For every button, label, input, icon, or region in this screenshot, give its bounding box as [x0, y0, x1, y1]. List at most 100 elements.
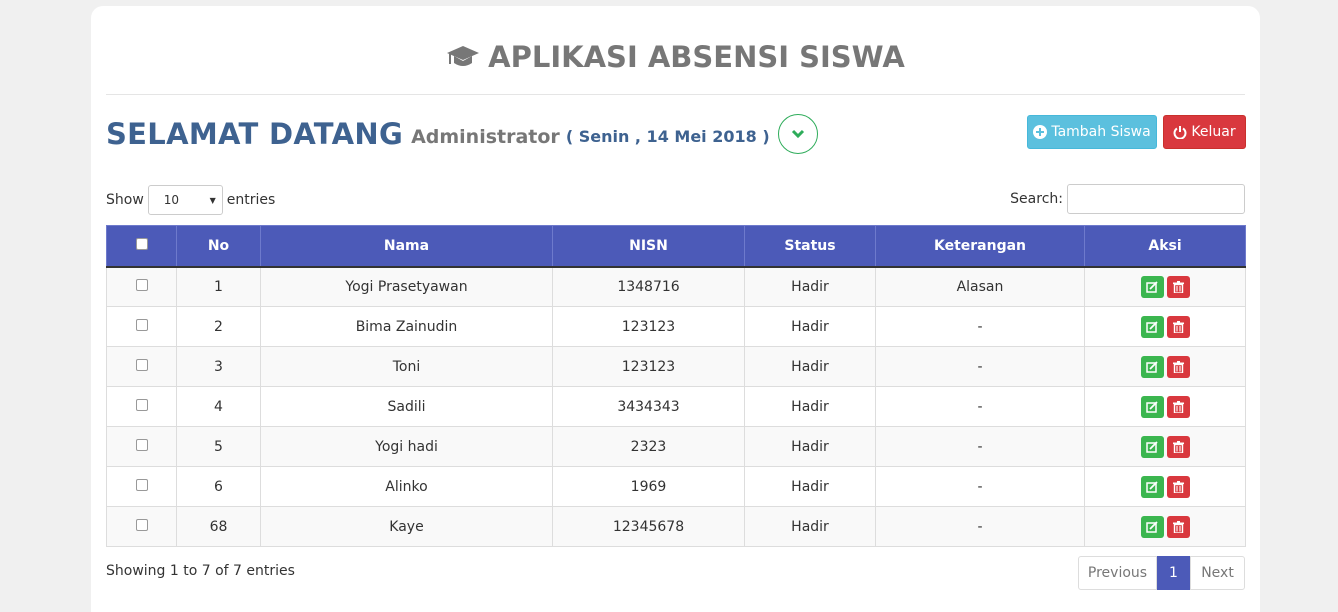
entries-select-value: 10 — [163, 193, 180, 207]
caret-down-icon: ▼ — [209, 195, 216, 205]
row-checkbox[interactable] — [135, 318, 148, 331]
entries-length-control: Show 10 ▼ entries — [106, 185, 275, 215]
cell-nama: Kaye — [260, 506, 553, 547]
edit-icon — [1146, 520, 1158, 533]
show-label: Show — [106, 192, 144, 208]
select-all-checkbox[interactable] — [135, 237, 148, 250]
trash-icon — [1172, 520, 1184, 533]
toggle-menu-button[interactable] — [777, 114, 818, 154]
edit-icon — [1146, 440, 1158, 453]
edit-icon — [1146, 400, 1158, 413]
welcome-greeting: SELAMAT DATANG — [106, 117, 404, 151]
table-info: Showing 1 to 7 of 7 entries — [106, 563, 295, 579]
student-table: No Nama NISN Status Keterangan Aksi 1 Yo… — [106, 225, 1246, 547]
search-input[interactable] — [1067, 184, 1245, 214]
row-checkbox[interactable] — [135, 478, 148, 491]
trash-icon — [1172, 280, 1184, 293]
trash-icon — [1172, 360, 1184, 373]
cell-nisn: 2323 — [552, 426, 745, 467]
delete-button[interactable] — [1166, 435, 1190, 458]
app-title: APLIKASI ABSENSI SISWA — [91, 40, 1260, 74]
row-checkbox[interactable] — [135, 398, 148, 411]
delete-button[interactable] — [1166, 395, 1190, 418]
cell-nisn: 3434343 — [552, 386, 745, 427]
entries-select[interactable]: 10 ▼ — [147, 185, 223, 215]
add-student-label: Tambah Siswa — [1051, 124, 1151, 140]
page-1-button[interactable]: 1 — [1157, 556, 1190, 590]
pagination: Previous 1 Next — [1078, 556, 1245, 590]
select-all-header — [106, 225, 177, 267]
previous-page-button[interactable]: Previous — [1078, 556, 1157, 590]
search-label: Search: — [1010, 191, 1063, 207]
col-header-aksi: Aksi — [1084, 225, 1246, 267]
col-header-nisn[interactable]: NISN — [552, 225, 745, 267]
welcome-user: Administrator — [411, 125, 560, 148]
cell-status: Hadir — [744, 466, 876, 507]
table-row: 5 Yogi hadi 2323 Hadir - — [106, 426, 1246, 467]
table-row: 3 Toni 123123 Hadir - — [106, 346, 1246, 387]
divider — [106, 94, 1245, 95]
cell-no: 5 — [176, 426, 261, 467]
cell-nisn: 123123 — [552, 346, 745, 387]
cell-keterangan: - — [875, 426, 1085, 467]
table-row: 68 Kaye 12345678 Hadir - — [106, 506, 1246, 547]
edit-icon — [1146, 320, 1158, 333]
cell-keterangan: - — [875, 466, 1085, 507]
edit-icon — [1146, 480, 1158, 493]
cell-no: 6 — [176, 466, 261, 507]
cell-nisn: 123123 — [552, 306, 745, 347]
cell-no: 2 — [176, 306, 261, 347]
delete-button[interactable] — [1166, 355, 1190, 378]
edit-icon — [1146, 360, 1158, 373]
col-header-nama[interactable]: Nama — [260, 225, 553, 267]
add-student-button[interactable]: Tambah Siswa — [1027, 115, 1157, 149]
cell-keterangan: - — [875, 506, 1085, 547]
cell-nisn: 1969 — [552, 466, 745, 507]
table-row: 6 Alinko 1969 Hadir - — [106, 466, 1246, 507]
power-icon — [1173, 126, 1187, 139]
cell-nisn: 12345678 — [552, 506, 745, 547]
edit-button[interactable] — [1140, 475, 1164, 498]
next-page-button[interactable]: Next — [1190, 556, 1245, 590]
cell-status: Hadir — [744, 346, 876, 387]
delete-button[interactable] — [1166, 515, 1190, 538]
cell-keterangan: - — [875, 346, 1085, 387]
search-control: Search: — [1010, 184, 1245, 214]
cell-nama: Bima Zainudin — [260, 306, 553, 347]
cell-nama: Yogi hadi — [260, 426, 553, 467]
edit-button[interactable] — [1140, 515, 1164, 538]
row-checkbox[interactable] — [135, 278, 148, 291]
trash-icon — [1172, 320, 1184, 333]
cell-keterangan: - — [875, 386, 1085, 427]
col-header-keterangan[interactable]: Keterangan — [875, 225, 1085, 267]
cell-nama: Alinko — [260, 466, 553, 507]
delete-button[interactable] — [1166, 275, 1190, 298]
cell-nisn: 1348716 — [552, 266, 745, 307]
cell-nama: Sadili — [260, 386, 553, 427]
cell-keterangan: Alasan — [875, 266, 1085, 307]
table-row: 4 Sadili 3434343 Hadir - — [106, 386, 1246, 427]
trash-icon — [1172, 480, 1184, 493]
app-title-text: APLIKASI ABSENSI SISWA — [488, 40, 905, 74]
row-checkbox[interactable] — [135, 518, 148, 531]
cell-no: 3 — [176, 346, 261, 387]
cell-no: 1 — [176, 266, 261, 307]
cell-nama: Toni — [260, 346, 553, 387]
cell-status: Hadir — [744, 426, 876, 467]
logout-button[interactable]: Keluar — [1163, 115, 1246, 149]
edit-button[interactable] — [1140, 395, 1164, 418]
row-checkbox[interactable] — [135, 358, 148, 371]
edit-button[interactable] — [1140, 275, 1164, 298]
col-header-status[interactable]: Status — [744, 225, 876, 267]
trash-icon — [1172, 440, 1184, 453]
edit-button[interactable] — [1140, 315, 1164, 338]
row-checkbox[interactable] — [135, 438, 148, 451]
cell-no: 68 — [176, 506, 261, 547]
edit-button[interactable] — [1140, 435, 1164, 458]
col-header-no[interactable]: No — [176, 225, 261, 267]
delete-button[interactable] — [1166, 475, 1190, 498]
chevron-down-icon — [791, 129, 804, 139]
delete-button[interactable] — [1166, 315, 1190, 338]
graduation-cap-icon — [447, 46, 480, 66]
edit-button[interactable] — [1140, 355, 1164, 378]
